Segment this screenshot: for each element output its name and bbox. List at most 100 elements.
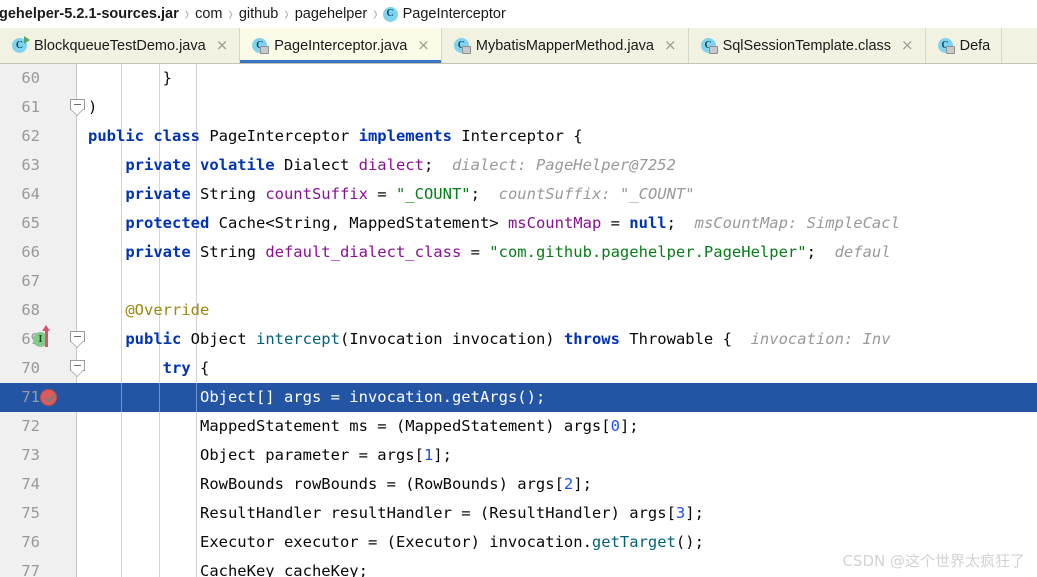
breadcrumb-item-github[interactable]: github [234,0,284,28]
java-class-locked-icon: C [453,38,471,54]
code-line-64[interactable]: 64 private String countSuffix = "_COUNT"… [0,180,1037,209]
token-kw: public [88,330,191,348]
code-line-72[interactable]: 72 MappedStatement ms = (MappedStatement… [0,412,1037,441]
code-text: ResultHandler resultHandler = (ResultHan… [88,499,704,528]
code-line-62[interactable]: 62 public class PageInterceptor implement… [0,122,1037,151]
token-pln: CacheKey cacheKey; [88,562,368,577]
token-pln: Object[] args = invocation. [88,388,452,406]
code-line-63[interactable]: 63 private volatile Dialect dialect; dia… [0,151,1037,180]
code-line-76[interactable]: 76 Executor executor = (Executor) invoca… [0,528,1037,557]
token-pln: String [199,243,266,261]
editor-tab-label: BlockqueueTestDemo.java [34,37,206,54]
line-number: 61 [21,98,40,116]
override-arrow-icon[interactable] [42,325,50,347]
code-fold-icon[interactable] [70,331,85,348]
code-text: Object parameter = args[1]; [88,441,452,470]
code-fold-icon[interactable] [70,360,85,377]
token-pln: String [199,185,266,203]
code-line-69[interactable]: 69 I public Object intercept(Invocation i… [0,325,1037,354]
token-hint: msCountMap: SimpleCacl [675,214,900,232]
token-hint: defaul [815,243,891,261]
code-text: CacheKey cacheKey; [88,557,368,577]
code-text: @Override [88,296,209,325]
token-pln: ]; [619,417,639,435]
code-line-75[interactable]: 75 ResultHandler resultHandler = (Result… [0,499,1037,528]
code-text: private volatile Dialect dialect; dialec… [88,151,676,180]
code-text: try { [88,354,210,383]
token-pln: RowBounds rowBounds = (RowBounds) args[ [88,475,564,493]
line-number: 66 [21,243,40,261]
editor-tab-0[interactable]: C BlockqueueTestDemo.java × [0,28,241,63]
indent-guide [195,93,197,122]
line-number: 77 [21,562,40,577]
token-pln: = [601,214,630,232]
token-pln: ]; [685,504,704,522]
breadcrumb-item-pagehelper[interactable]: pagehelper [290,0,373,28]
token-hint: countSuffix: "_COUNT" [479,185,695,203]
editor-tab-label: Defa [959,37,991,54]
code-line-68[interactable]: 68 @Override [0,296,1037,325]
token-pln: Interceptor { [461,127,583,145]
editor-tab-3[interactable]: C SqlSessionTemplate.class × [688,28,926,63]
code-editor[interactable]: 60 } 61) 62 public class PageInterceptor im… [0,64,1037,577]
indent-guide [195,64,197,93]
editor-tab-2[interactable]: C MybatisMapperMethod.java × [441,28,689,63]
code-fold-icon[interactable] [70,99,85,116]
token-pln: { [199,359,210,377]
token-pln: Throwable { [629,330,732,348]
editor-tab-label: SqlSessionTemplate.class [722,37,892,54]
code-line-73[interactable]: 73 Object parameter = args[1]; [0,441,1037,470]
code-lines[interactable]: 60 } 61) 62 public class PageInterceptor im… [0,64,1037,577]
token-pln: Object parameter = args[ [88,446,424,464]
code-line-67[interactable]: 67 [0,267,1037,296]
editor-tab-label: PageInterceptor.java [274,37,408,54]
line-number: 75 [21,504,40,522]
token-pln: (); [517,388,546,406]
code-line-61[interactable]: 61) [0,93,1037,122]
breakpoint-verified-icon[interactable] [40,389,57,406]
breadcrumb-item-class[interactable]: C PageInterceptor [379,0,511,28]
code-text: public Object intercept(Invocation invoc… [88,325,891,354]
token-num: 3 [675,504,686,522]
token-mth: getArgs [451,388,518,406]
editor-tab-1[interactable]: C PageInterceptor.java × [240,28,442,63]
code-line-60[interactable]: 60 } [0,64,1037,93]
close-icon[interactable]: × [901,38,914,53]
code-line-74[interactable]: 74 RowBounds rowBounds = (RowBounds) arg… [0,470,1037,499]
code-line-71[interactable]: 71 Object[] args = invocation.getArgs(); [0,383,1037,412]
token-fld: countSuffix [265,185,368,203]
indent-guide [158,93,160,122]
editor-tab-4[interactable]: C Defa [925,28,1003,63]
token-hint: invocation: Inv [731,330,891,348]
java-class-icon: C [382,6,398,22]
token-pln: Executor executor = (Executor) invocatio… [88,533,592,551]
close-icon[interactable]: × [664,38,677,53]
line-number: 71 [21,388,40,406]
breadcrumb-class-label: PageInterceptor [402,6,506,22]
java-class-locked-icon: C [937,38,955,54]
close-icon[interactable]: × [216,38,229,53]
java-class-locked-icon: C [252,38,270,54]
breadcrumb-separator: › [228,1,233,25]
close-icon[interactable]: × [417,38,430,53]
token-kw: try [88,359,200,377]
token-kw: implements [358,127,462,145]
breadcrumb-item-root[interactable]: gehelper-5.2.1-sources.jar [0,0,184,28]
token-pln: ; [806,243,816,261]
token-pln: ]; [573,475,592,493]
line-number: 73 [21,446,40,464]
token-str: "com.github.pagehelper.PageHelper" [489,243,807,261]
token-num: 0 [610,417,620,435]
breadcrumb-separator: › [373,1,378,25]
token-ann: @Override [88,301,210,319]
code-line-70[interactable]: 70 try { [0,354,1037,383]
token-pln: ResultHandler resultHandler = (ResultHan… [88,504,676,522]
breadcrumb-item-com[interactable]: com [190,0,227,28]
token-pln: = [367,185,396,203]
token-pln: ]; [433,446,452,464]
code-line-77[interactable]: 77 CacheKey cacheKey; [0,557,1037,577]
code-text: private String countSuffix = "_COUNT"; c… [88,180,695,209]
code-line-65[interactable]: 65 protected Cache<String, MappedStateme… [0,209,1037,238]
code-line-66[interactable]: 66 private String default_dialect_class … [0,238,1037,267]
code-text: Executor executor = (Executor) invocatio… [88,528,704,557]
